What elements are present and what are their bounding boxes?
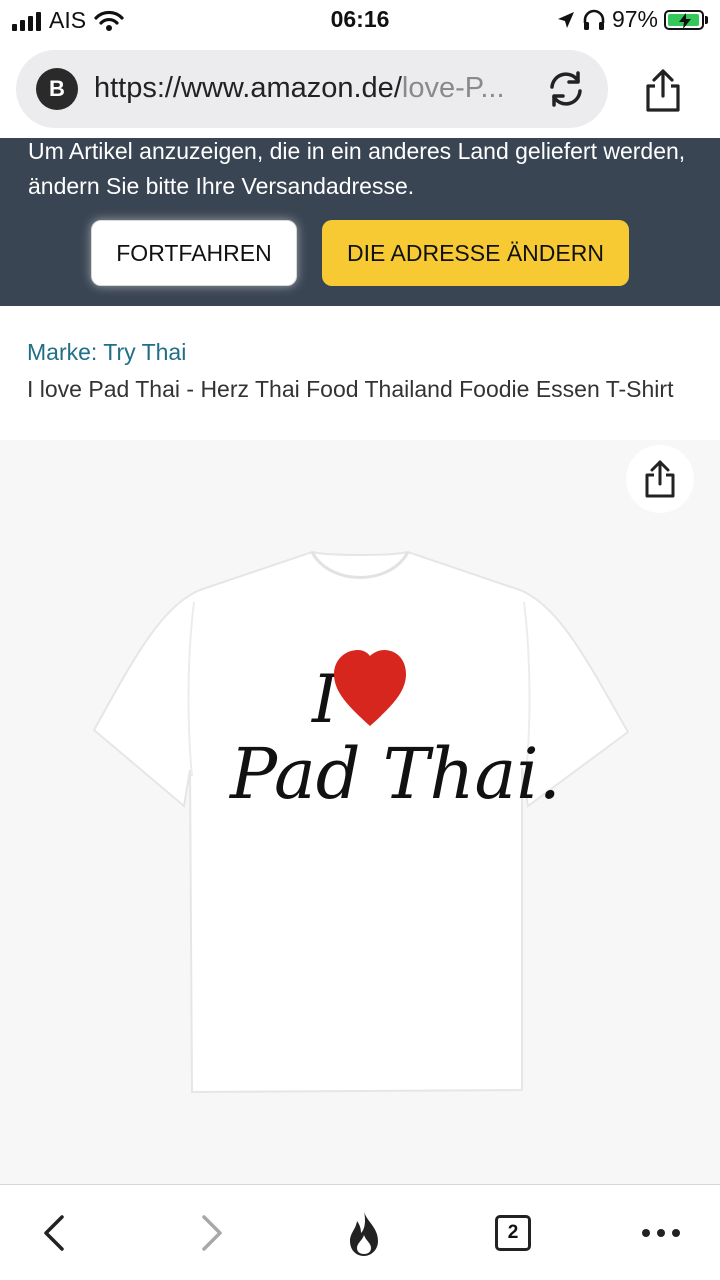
- battery-percent: 97%: [611, 6, 658, 32]
- continue-button[interactable]: FORTFAHREN: [91, 220, 297, 286]
- image-share-button[interactable]: [626, 445, 694, 513]
- flame-icon: [350, 1211, 378, 1256]
- notice-text: Um Artikel anzuzeigen, die in ein andere…: [28, 138, 686, 199]
- back-arrow-icon: [44, 1215, 64, 1251]
- browser-address-bar: B https://www.amazon.de/love-P...: [0, 40, 720, 138]
- brand-link[interactable]: Marke: Try Thai: [27, 339, 186, 366]
- location-arrow-icon: [557, 11, 574, 28]
- status-bar: AIS 06:16 97%: [0, 0, 720, 40]
- headphones-icon: [583, 9, 605, 30]
- reload-icon[interactable]: [544, 67, 588, 111]
- share-icon[interactable]: [640, 68, 686, 114]
- tshirt-image: I Pad Thai.: [92, 550, 630, 1094]
- site-badge: B: [36, 68, 78, 110]
- url-domain: https://www.amazon.de/: [94, 72, 402, 104]
- back-button[interactable]: [30, 1209, 78, 1257]
- share-icon: [645, 460, 675, 498]
- product-title: I love Pad Thai - Herz Thai Food Thailan…: [27, 376, 674, 402]
- tabs-button[interactable]: 2: [489, 1209, 537, 1257]
- flame-button[interactable]: [340, 1209, 388, 1257]
- more-dots-icon: [642, 1229, 680, 1237]
- tab-count: 2: [507, 1222, 519, 1243]
- print-pad-thai: Pad Thai.: [228, 733, 561, 815]
- forward-button[interactable]: [188, 1209, 236, 1257]
- product-image-area[interactable]: I Pad Thai.: [0, 440, 720, 1184]
- url-field[interactable]: B https://www.amazon.de/love-P...: [16, 50, 608, 128]
- url-path: love-P...: [401, 72, 505, 104]
- shipping-notice-banner: Um Artikel anzuzeigen, die in ein andere…: [0, 138, 720, 306]
- change-address-button[interactable]: DIE ADRESSE ÄNDERN: [322, 220, 629, 286]
- url-text[interactable]: https://www.amazon.de/love-P...: [94, 72, 534, 105]
- browser-toolbar: 2: [0, 1184, 720, 1280]
- forward-arrow-icon: [202, 1215, 222, 1251]
- more-button[interactable]: [637, 1209, 685, 1257]
- battery-charging-icon: [664, 9, 708, 30]
- tabs-icon: 2: [495, 1215, 531, 1251]
